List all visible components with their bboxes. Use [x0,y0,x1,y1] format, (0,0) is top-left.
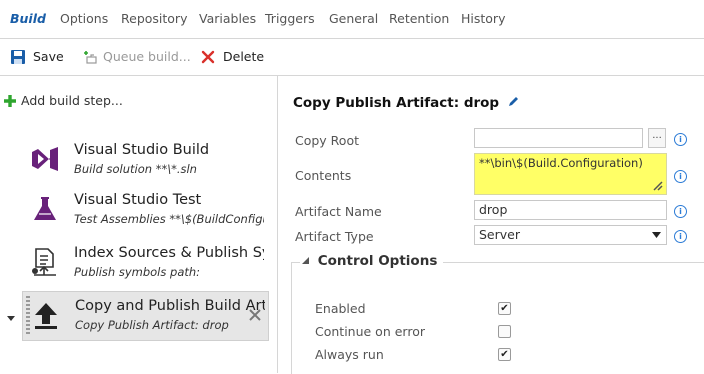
queue-build-icon [84,51,97,64]
collapse-triangle-icon [302,257,309,264]
browse-button[interactable]: ... [648,128,666,148]
toolbar: Save Queue build... Delete [0,39,704,76]
artifact-type-label: Artifact Type [295,229,374,244]
enabled-checkbox[interactable]: ✔ [498,302,511,315]
delete-icon [201,50,215,64]
control-options-section: Control Options Enabled ✔ Continue on er… [291,253,704,374]
task-heading-text: Copy Publish Artifact: drop [293,95,500,111]
delete-button[interactable]: Delete [201,48,265,66]
delete-label: Delete [223,49,265,64]
save-icon [11,50,25,64]
contents-label: Contents [295,168,352,183]
resize-grip-icon[interactable] [651,179,663,191]
drag-handle[interactable] [26,296,30,336]
step-title: Visual Studio Build [74,142,210,158]
save-label: Save [33,49,64,64]
always-run-label: Always run [315,347,384,362]
build-step-index-sources[interactable]: Index Sources & Publish Symbols Publish … [22,239,267,287]
artifact-type-select[interactable]: Server [474,225,667,245]
copy-root-label: Copy Root [295,133,360,148]
step-title: Index Sources & Publish Symbols [74,245,264,261]
tab-options[interactable]: Options [60,11,108,26]
visual-studio-icon [32,147,58,171]
step-title: Copy and Publish Build Artifacts [75,298,265,314]
tab-retention[interactable]: Retention [389,11,449,26]
queue-build-button[interactable]: Queue build... [82,48,191,66]
artifact-type-info-icon[interactable]: i [674,230,687,243]
tab-triggers[interactable]: Triggers [265,11,315,26]
artifact-name-input[interactable]: drop [474,200,667,220]
step-subtitle: Publish symbols path: [74,265,201,279]
plus-icon [4,95,16,107]
step-subtitle: Test Assemblies **\$(BuildConfigurat [74,212,264,226]
remove-step-icon[interactable] [249,309,261,321]
build-step-visual-studio-test[interactable]: Visual Studio Test Test Assemblies **\$(… [22,186,267,234]
queue-build-label: Queue build... [103,49,191,64]
upload-icon [35,303,57,329]
chevron-down-icon [652,232,661,238]
copy-root-info-icon[interactable]: i [674,133,687,146]
artifact-type-value: Server [479,227,520,242]
save-button[interactable]: Save [11,48,64,66]
pencil-icon[interactable] [507,95,520,108]
continue-on-error-label: Continue on error [315,324,425,339]
build-step-copy-publish-artifacts[interactable]: Copy and Publish Build Artifacts Copy Pu… [22,291,269,341]
copy-root-input[interactable] [474,128,643,148]
tab-variables[interactable]: Variables [199,11,256,26]
build-steps-panel: Add build step... Visual Studio Build Bu… [0,76,278,373]
step-subtitle: Build solution **\*.sln [74,162,197,176]
contents-value: **\bin\$(Build.Configuration) [479,156,643,170]
always-run-checkbox[interactable]: ✔ [498,348,511,361]
tab-build[interactable]: Build [10,11,46,26]
control-options-title: Control Options [317,253,438,269]
artifact-name-label: Artifact Name [295,204,382,219]
task-details-panel: Copy Publish Artifact: drop Copy Root ..… [278,76,704,374]
tab-history[interactable]: History [461,11,505,26]
expand-caret-icon[interactable] [7,314,15,322]
add-build-step-label: Add build step... [21,93,123,108]
artifact-name-info-icon[interactable]: i [674,205,687,218]
step-title: Visual Studio Test [74,192,202,208]
contents-info-icon[interactable]: i [674,170,687,183]
control-options-header[interactable]: Control Options [300,253,444,269]
build-step-visual-studio-build[interactable]: Visual Studio Build Build solution **\*.… [22,136,267,184]
flask-icon [34,197,56,220]
enabled-label: Enabled [315,301,366,316]
tab-general[interactable]: General [329,11,378,26]
continue-on-error-checkbox[interactable] [498,325,511,338]
tab-repository[interactable]: Repository [121,11,187,26]
index-symbols-icon [32,248,56,276]
step-subtitle: Copy Publish Artifact: drop [75,318,229,332]
tab-bar: Build Options Repository Variables Trigg… [0,0,704,39]
contents-textarea[interactable]: **\bin\$(Build.Configuration) [474,153,667,195]
task-heading: Copy Publish Artifact: drop [293,95,520,111]
